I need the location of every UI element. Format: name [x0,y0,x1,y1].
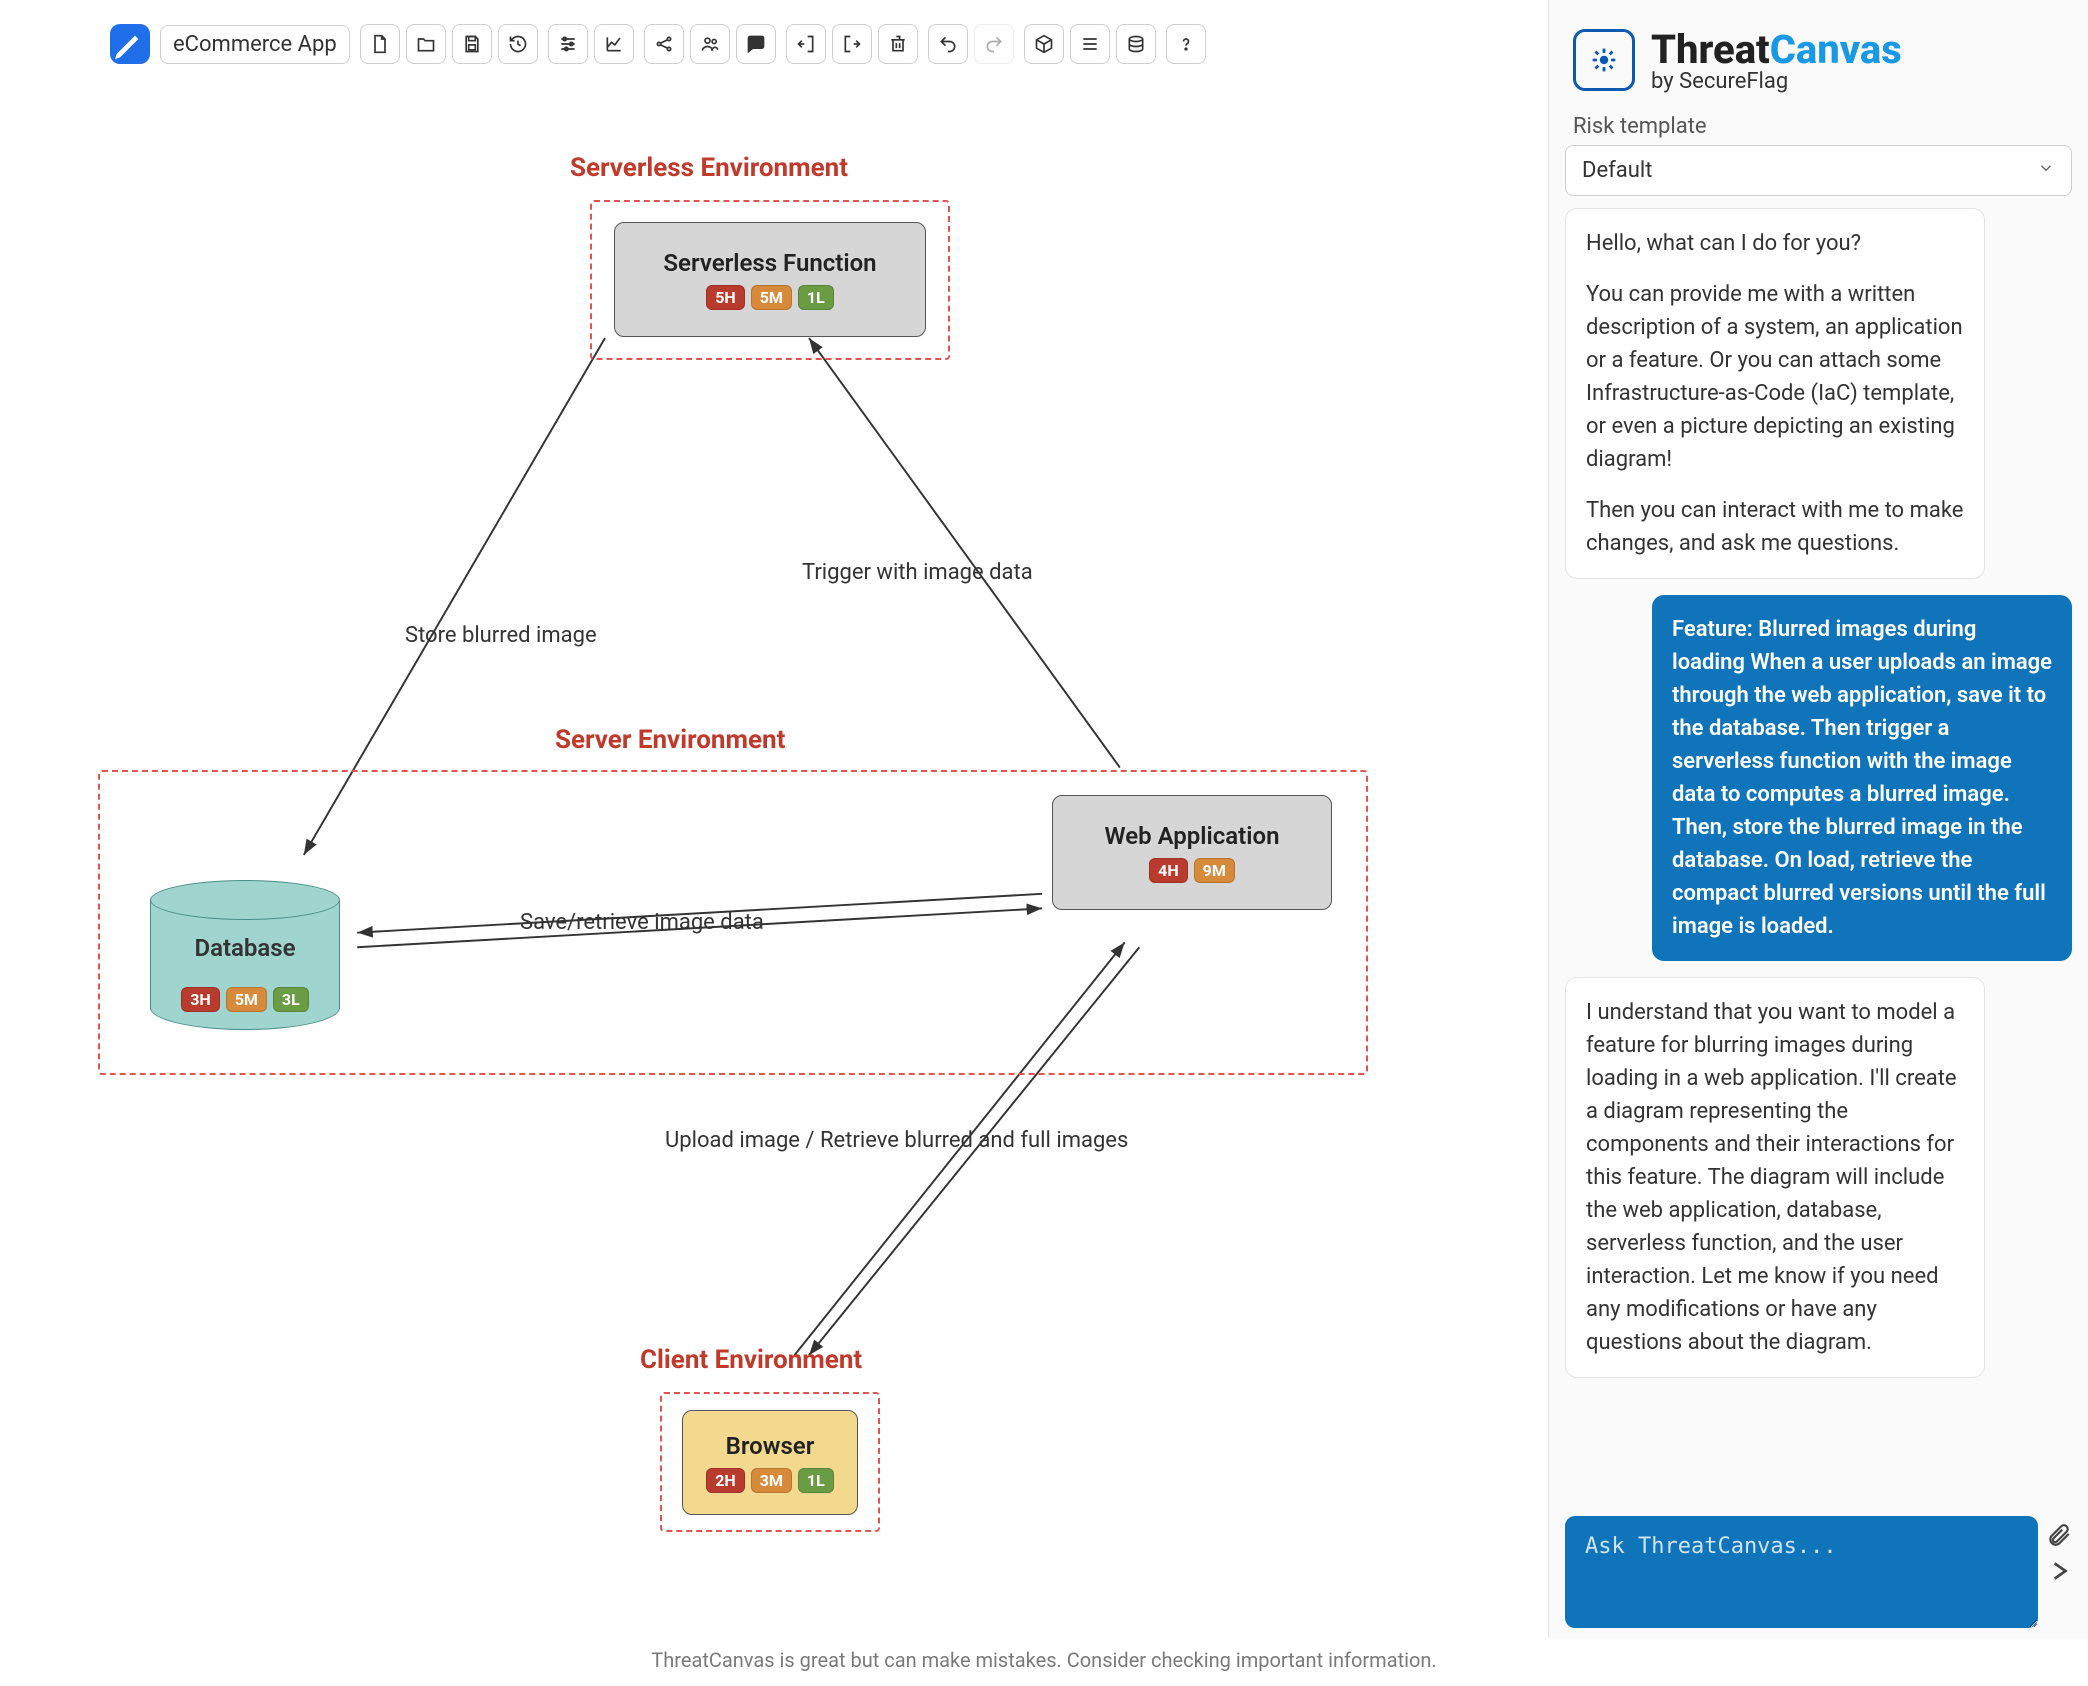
node-title: Serverless Function [663,249,876,277]
side-panel: ThreatCanvas by SecureFlag Risk template… [1548,0,2088,1638]
history-icon[interactable] [498,24,538,64]
boundary-label-client: Client Environment [640,1345,862,1375]
chat-user-message: Feature: Blurred images during loading W… [1652,595,2072,961]
node-title: Web Application [1105,822,1280,850]
users-icon[interactable] [690,24,730,64]
undo-icon[interactable] [928,24,968,64]
redo-icon[interactable] [974,24,1014,64]
node-badges: 3H 5M 3L [150,987,340,1012]
edge-label-trigger: Trigger with image data [802,560,1033,585]
node-title: Browser [726,1432,815,1460]
stack-icon[interactable] [1116,24,1156,64]
edge-label-store-blurred: Store blurred image [405,623,597,648]
send-icon[interactable] [2046,1558,2072,1588]
app-title-input[interactable]: eCommerce App [160,25,350,64]
node-serverless-function[interactable]: Serverless Function 5H 5M 1L [614,222,926,337]
diagram: Serverless Environment Serverless Functi… [0,0,1548,1638]
save-icon[interactable] [452,24,492,64]
file-icon[interactable] [360,24,400,64]
chart-icon[interactable] [594,24,634,64]
sliders-icon[interactable] [548,24,588,64]
cube-icon[interactable] [1024,24,1064,64]
help-icon[interactable] [1166,24,1206,64]
chat-bot-message: I understand that you want to model a fe… [1565,977,1985,1378]
toolbar: eCommerce App [110,24,1206,64]
footer-disclaimer: ThreatCanvas is great but can make mista… [0,1638,2088,1686]
list-icon[interactable] [1070,24,1110,64]
comment-icon[interactable] [736,24,776,64]
edge-label-save-retrieve: Save/retrieve image data [520,910,764,935]
edge-label-upload: Upload image / Retrieve blurred and full… [665,1128,1128,1153]
diagram-canvas[interactable]: eCommerce App [0,0,1548,1638]
risk-template-label: Risk template [1549,104,2088,145]
risk-template-select[interactable]: Default [1565,145,2072,196]
node-browser[interactable]: Browser 2H 3M 1L [682,1410,858,1515]
boundary-label-server: Server Environment [555,725,785,755]
chat-log: Hello, what can I do for you? You can pr… [1549,208,2088,1506]
brand-logo-icon [1573,29,1635,91]
folder-icon[interactable] [406,24,446,64]
export-icon[interactable] [832,24,872,64]
attachment-icon[interactable] [2046,1522,2072,1552]
node-badges: 5H 5M 1L [706,285,834,310]
node-badges: 4H 9M [1149,858,1235,883]
brand-header: ThreatCanvas by SecureFlag [1549,0,2088,104]
chat-input[interactable] [1565,1516,2038,1628]
node-web-application[interactable]: Web Application 4H 9M [1052,795,1332,910]
edit-icon[interactable] [110,24,150,64]
node-title: Database [150,934,340,962]
risk-template-selected: Default [1582,158,1652,183]
brand-title: ThreatCanvas [1651,26,1902,73]
node-badges: 2H 3M 1L [706,1468,834,1493]
boundary-label-serverless: Serverless Environment [570,153,848,183]
import-icon[interactable] [786,24,826,64]
share-icon[interactable] [644,24,684,64]
node-database[interactable]: Database 3H 5M 3L [150,880,340,1030]
trash-icon[interactable] [878,24,918,64]
chevron-down-icon [2037,158,2055,183]
chat-bot-message: Hello, what can I do for you? You can pr… [1565,208,1985,579]
chat-input-area [1549,1506,2088,1638]
